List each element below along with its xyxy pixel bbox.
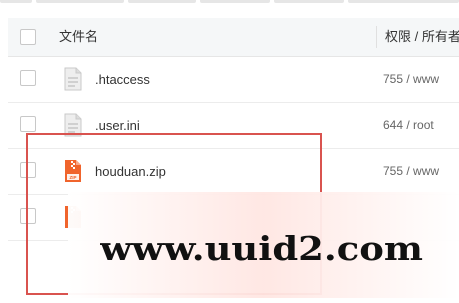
top-tab-strip [0,0,459,4]
row-checkbox[interactable] [20,70,36,86]
document-icon [64,67,82,91]
top-tab[interactable] [0,0,32,3]
top-tab[interactable] [200,0,270,3]
watermark-text: www.uuid2.com [100,229,423,268]
file-name[interactable]: .htaccess [95,57,150,102]
file-permission[interactable]: 644 / root [383,103,434,148]
top-tab[interactable] [128,0,196,3]
file-permission[interactable]: 755 / www [383,57,439,102]
file-permission[interactable]: 755 / www [383,149,439,194]
top-tab[interactable] [36,0,124,3]
select-all-checkbox[interactable] [20,29,36,45]
column-header-filename[interactable]: 文件名 [59,18,98,56]
top-tab[interactable] [348,0,459,3]
watermark: www.uuid2.com [100,229,423,268]
table-header: 文件名 权限 / 所有者 [8,18,459,57]
column-divider [376,26,377,48]
column-header-permissions[interactable]: 权限 / 所有者 [385,18,459,56]
table-row[interactable]: .htaccess 755 / www [8,57,459,103]
row-checkbox[interactable] [20,116,36,132]
top-tab[interactable] [274,0,344,3]
